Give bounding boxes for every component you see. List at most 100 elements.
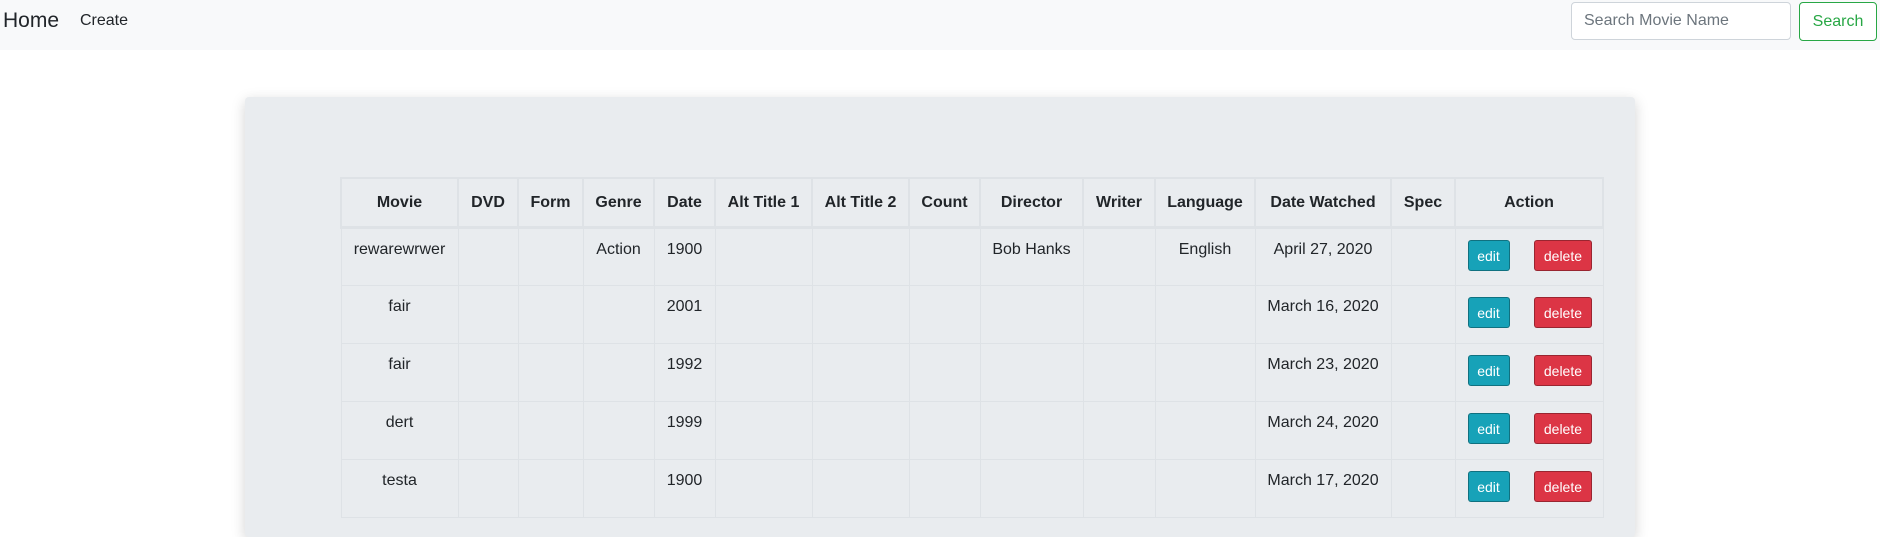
cell-alt-title-2 [811, 401, 910, 460]
table-row: fair 1992 March 23, 2020 edit delete [340, 343, 1604, 402]
cell-actions: edit delete [1454, 227, 1604, 286]
header-row: Movie DVD Form Genre Date Alt Title 1 Al… [340, 177, 1604, 229]
cell-spec [1390, 285, 1456, 344]
cell-form [517, 401, 584, 460]
cell-alt-title-2 [811, 459, 910, 518]
delete-button[interactable]: delete [1533, 297, 1592, 328]
delete-button[interactable]: delete [1533, 471, 1592, 502]
cell-count [908, 227, 981, 286]
cell-director [979, 343, 1084, 402]
cell-writer [1082, 343, 1156, 402]
cell-genre [582, 285, 655, 344]
cell-director [979, 401, 1084, 460]
cell-language: English [1154, 227, 1256, 286]
create-link[interactable]: Create [80, 12, 128, 30]
cell-language [1154, 459, 1256, 518]
col-header-alt-title-2[interactable]: Alt Title 2 [811, 177, 910, 229]
cell-movie: testa [340, 459, 459, 518]
col-header-count[interactable]: Count [908, 177, 981, 229]
col-header-alt-title-1[interactable]: Alt Title 1 [714, 177, 813, 229]
cell-director [979, 285, 1084, 344]
col-header-action: Action [1454, 177, 1604, 229]
cell-writer [1082, 227, 1156, 286]
movies-panel: Movie DVD Form Genre Date Alt Title 1 Al… [245, 97, 1635, 537]
cell-genre: Action [582, 227, 655, 286]
cell-director [979, 459, 1084, 518]
cell-dvd [457, 227, 519, 286]
cell-writer [1082, 459, 1156, 518]
cell-spec [1390, 343, 1456, 402]
col-header-director[interactable]: Director [979, 177, 1084, 229]
cell-alt-title-1 [714, 227, 813, 286]
cell-count [908, 459, 981, 518]
col-header-spec[interactable]: Spec [1390, 177, 1456, 229]
movies-table: Movie DVD Form Genre Date Alt Title 1 Al… [340, 177, 1604, 518]
col-header-movie[interactable]: Movie [340, 177, 459, 229]
cell-language [1154, 343, 1256, 402]
cell-alt-title-2 [811, 227, 910, 286]
cell-alt-title-2 [811, 285, 910, 344]
search-input[interactable] [1571, 2, 1791, 40]
col-header-date-watched[interactable]: Date Watched [1254, 177, 1392, 229]
cell-spec [1390, 459, 1456, 518]
cell-alt-title-1 [714, 459, 813, 518]
cell-actions: edit delete [1454, 343, 1604, 402]
cell-movie: fair [340, 343, 459, 402]
cell-date-watched: March 17, 2020 [1254, 459, 1392, 518]
cell-spec [1390, 401, 1456, 460]
cell-genre [582, 401, 655, 460]
cell-dvd [457, 401, 519, 460]
search-button[interactable]: Search [1799, 2, 1877, 41]
col-header-writer[interactable]: Writer [1082, 177, 1156, 229]
edit-button[interactable]: edit [1467, 471, 1510, 502]
cell-alt-title-1 [714, 285, 813, 344]
cell-writer [1082, 401, 1156, 460]
table-row: testa 1900 March 17, 2020 edit delete [340, 459, 1604, 518]
cell-movie: fair [340, 285, 459, 344]
cell-genre [582, 459, 655, 518]
delete-button[interactable]: delete [1533, 355, 1592, 386]
cell-count [908, 343, 981, 402]
delete-button[interactable]: delete [1533, 240, 1592, 271]
cell-dvd [457, 285, 519, 344]
cell-actions: edit delete [1454, 459, 1604, 518]
cell-language [1154, 401, 1256, 460]
cell-count [908, 401, 981, 460]
cell-date: 1999 [653, 401, 716, 460]
cell-date: 1900 [653, 227, 716, 286]
cell-form [517, 343, 584, 402]
cell-date-watched: March 16, 2020 [1254, 285, 1392, 344]
navbar: Home Create Search [0, 0, 1880, 50]
cell-alt-title-1 [714, 343, 813, 402]
cell-alt-title-2 [811, 343, 910, 402]
delete-button[interactable]: delete [1533, 413, 1592, 444]
edit-button[interactable]: edit [1467, 413, 1510, 444]
col-header-form[interactable]: Form [517, 177, 584, 229]
table-row: dert 1999 March 24, 2020 edit delete [340, 401, 1604, 460]
cell-writer [1082, 285, 1156, 344]
col-header-genre[interactable]: Genre [582, 177, 655, 229]
col-header-language[interactable]: Language [1154, 177, 1256, 229]
cell-date: 1992 [653, 343, 716, 402]
table-row: fair 2001 March 16, 2020 edit delete [340, 285, 1604, 344]
cell-date: 2001 [653, 285, 716, 344]
cell-director: Bob Hanks [979, 227, 1084, 286]
col-header-dvd[interactable]: DVD [457, 177, 519, 229]
edit-button[interactable]: edit [1467, 297, 1510, 328]
cell-actions: edit delete [1454, 401, 1604, 460]
cell-dvd [457, 343, 519, 402]
cell-form [517, 459, 584, 518]
edit-button[interactable]: edit [1467, 240, 1510, 271]
cell-dvd [457, 459, 519, 518]
cell-count [908, 285, 981, 344]
col-header-date[interactable]: Date [653, 177, 716, 229]
table-row: rewarewrwer Action 1900 Bob Hanks Englis… [340, 227, 1604, 286]
cell-form [517, 227, 584, 286]
cell-date-watched: April 27, 2020 [1254, 227, 1392, 286]
cell-language [1154, 285, 1256, 344]
edit-button[interactable]: edit [1467, 355, 1510, 386]
home-link[interactable]: Home [3, 9, 59, 33]
cell-genre [582, 343, 655, 402]
cell-movie: dert [340, 401, 459, 460]
cell-actions: edit delete [1454, 285, 1604, 344]
